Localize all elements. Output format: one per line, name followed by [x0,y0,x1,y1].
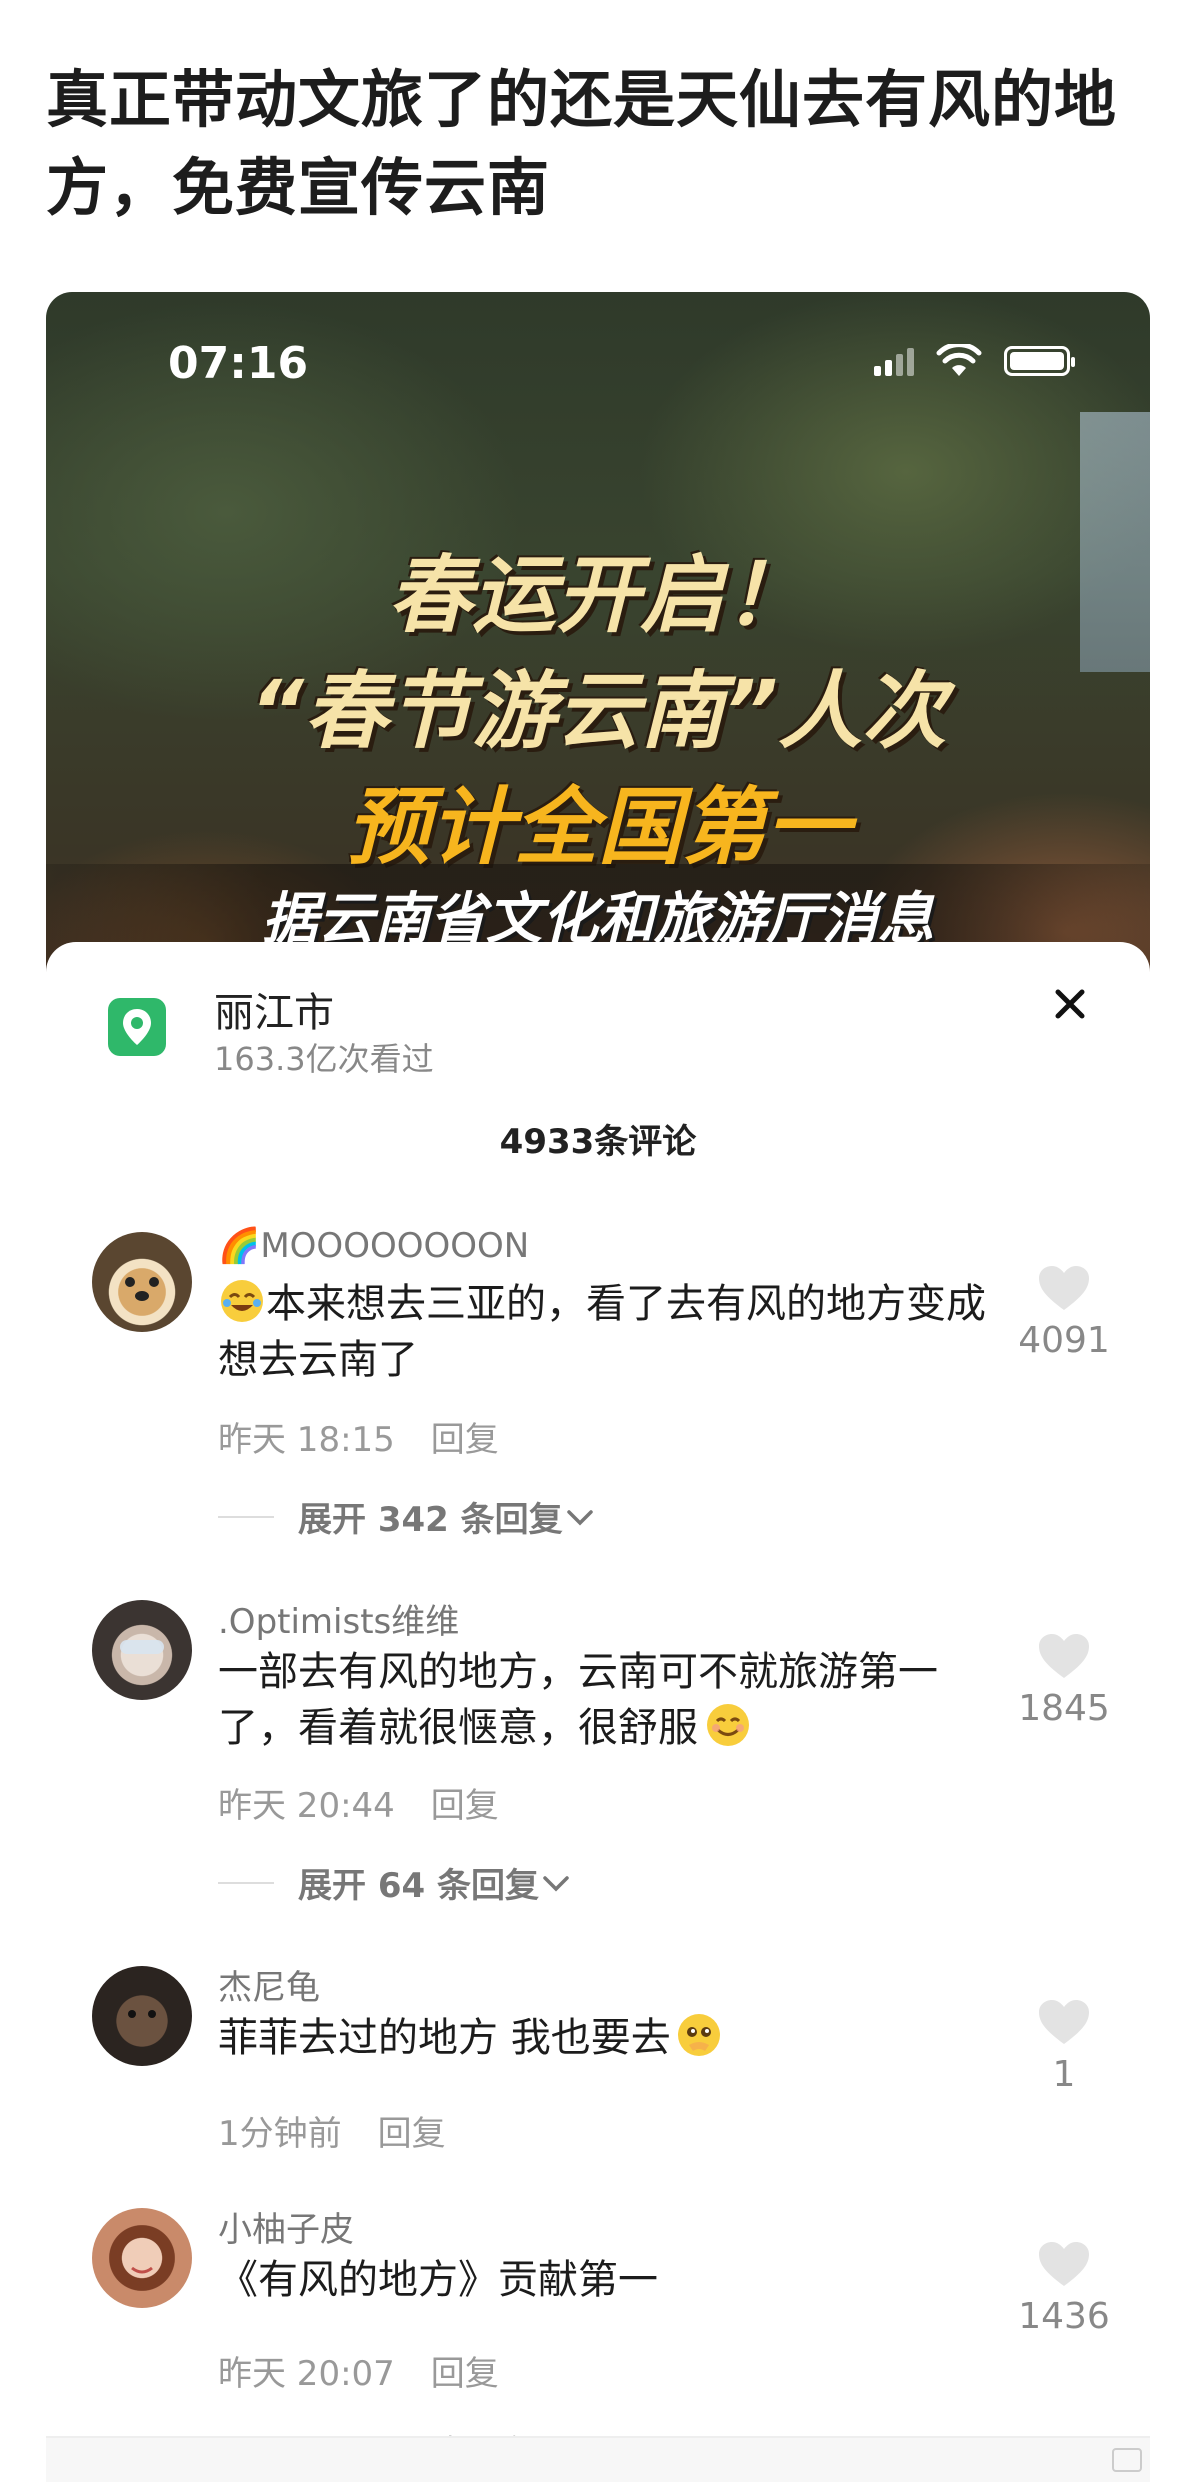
reply-button[interactable]: 回复 [431,1420,499,1460]
comment-count: 4933条评论 [499,1122,697,1162]
comment-text: 本来想去三亚的，看了去有风的地方变成想去云南了 [218,1276,998,1388]
expand-replies-button[interactable]: 展开 342 条回复 [218,1492,597,1541]
heart-icon [1039,1266,1089,1310]
like-button[interactable]: 1845 [1004,1632,1124,1729]
like-count: 4091 [1018,1320,1110,1361]
wifi-icon [936,344,982,376]
status-bar-icons [874,344,1075,378]
comment-text: 菲菲去过的地方 我也要去 [218,2010,998,2066]
status-bar-time: 07:16 [168,338,309,389]
comment-text-body: 菲菲去过的地方 我也要去 [218,2015,671,2061]
comment-text: 一部去有风的地方，云南可不就旅游第一了，看着就很惬意，很舒服 [218,1644,998,1756]
like-count: 1436 [1018,2296,1110,2337]
comment-text-body: 一部去有风的地方，云南可不就旅游第一了，看着就很惬意，很舒服 [218,1649,938,1751]
comment-time: 昨天 20:44 [218,1786,395,1826]
divider [218,1515,274,1518]
avatar[interactable] [92,1966,192,2066]
location-name[interactable]: 丽江市 [214,980,334,1038]
divider [218,1881,274,1884]
pleading-emoji-icon [677,2014,720,2056]
comment-username[interactable]: 杰尼龟 [218,1960,320,2009]
post-title: 真正带动文旅了的还是天仙去有风的地方，免费宣传云南 [46,63,1118,224]
video-caption-line-2: “春节游云南”人次 [249,662,947,760]
battery-icon [1004,346,1075,376]
comment-username[interactable]: 🌈MOOOOOOOON [218,1226,529,1266]
avatar[interactable] [92,2208,192,2308]
laughing-crying-emoji-icon [221,1280,263,1322]
subtitle-icon[interactable] [1112,2448,1142,2472]
location-pin-icon[interactable] [108,998,166,1056]
heart-icon [1039,1634,1089,1678]
like-button[interactable]: 1436 [1004,2240,1124,2337]
like-count: 1 [1052,2054,1076,2095]
like-count: 1845 [1018,1688,1110,1729]
video-caption-line-3: 预计全国第一 [345,778,850,876]
video-player[interactable]: 07:16 春运开启！ “春节游云南”人次 预计全国第一 据云南省文化和旅游厅消… [46,292,1150,992]
comment-time: 1分钟前 [218,2114,342,2154]
comment-time: 昨天 18:15 [218,1420,395,1460]
expand-replies-button[interactable]: 展开 64 条回复 [218,1858,573,1907]
bottom-bar [46,2436,1150,2482]
close-icon[interactable] [1044,978,1096,1030]
comment-text-body: 本来想去三亚的，看了去有风的地方变成想去云南了 [218,1281,986,1383]
comment-meta: 昨天 20:07 回复 [218,2346,499,2395]
comment-username[interactable]: 小柚子皮 [218,2202,354,2251]
avatar[interactable] [92,1600,192,1700]
comment-meta: 昨天 20:44 回复 [218,1778,499,1827]
location-views: 163.3亿次看过 [214,1040,434,1078]
comment-text: 《有风的地方》贡献第一 [218,2252,998,2308]
comment-meta: 1分钟前 回复 [218,2106,446,2155]
cellular-signal-icon [874,346,914,376]
heart-icon [1039,2000,1089,2044]
comment-meta: 昨天 18:15 回复 [218,1412,499,1461]
comment-text-body: 《有风的地方》贡献第一 [218,2257,658,2303]
expand-replies-label: 展开 342 条回复 [298,1500,563,1540]
embedded-screenshot: 07:16 春运开启！ “春节游云南”人次 预计全国第一 据云南省文化和旅游厅消… [46,292,1150,2482]
reply-button[interactable]: 回复 [431,1786,499,1826]
reply-button[interactable]: 回复 [431,2354,499,2394]
chevron-down-icon [566,1509,593,1525]
reply-button[interactable]: 回复 [378,2114,446,2154]
avatar[interactable] [92,1232,192,1332]
comment-sheet: 丽江市 163.3亿次看过 4933条评论 🌈MOOOOOOOON 本来想去三亚… [46,942,1150,2482]
expand-replies-label: 展开 64 条回复 [298,1866,539,1906]
chevron-down-icon [543,1875,569,1891]
like-button[interactable]: 1 [1004,1998,1124,2095]
heart-icon [1039,2242,1089,2286]
smiling-emoji-icon [707,1704,749,1746]
comment-time: 昨天 20:07 [218,2354,395,2394]
video-caption-line-1: 春运开启！ [387,546,808,644]
like-button[interactable]: 4091 [1004,1264,1124,1361]
comment-username[interactable]: .Optimists维维 [218,1594,459,1643]
